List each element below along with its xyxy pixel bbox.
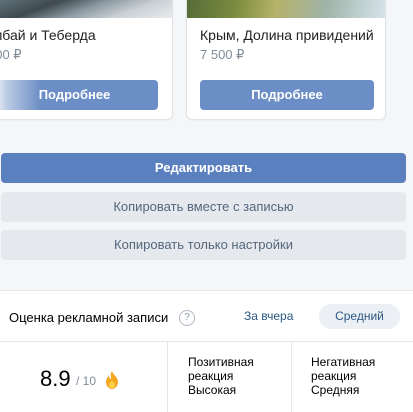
negative-reaction-label: реакция <box>311 369 357 383</box>
positive-reaction-value: Высокая <box>188 383 237 397</box>
copy-with-post-button[interactable]: Копировать вместе с записью <box>1 192 406 222</box>
card-image <box>0 0 172 18</box>
card-price: 000 ₽ <box>0 47 22 62</box>
rating-score: 8.9 <box>40 366 71 391</box>
card-image <box>187 0 385 18</box>
mode-selector[interactable]: Средний <box>319 304 400 329</box>
question-circle-icon[interactable]: ? <box>179 310 195 326</box>
copy-settings-only-button[interactable]: Копировать только настройки <box>1 230 406 260</box>
negative-reaction: Негативная реакция Средняя <box>311 355 409 397</box>
divider <box>291 341 292 412</box>
period-selector[interactable]: За вчера <box>244 309 293 323</box>
carousel-card: омбай и Теберда 000 ₽ Подробнее <box>0 0 173 120</box>
positive-reaction: Позитивная реакция Высокая <box>188 355 286 397</box>
card-title: омбай и Теберда <box>0 27 96 43</box>
card-price: 7 500 ₽ <box>200 47 245 62</box>
ad-rating-panel: Оценка рекламной записи ? За вчера Средн… <box>0 290 413 412</box>
ad-post-preview-area: омбай и Теберда 000 ₽ Подробнее Крым, До… <box>0 0 413 276</box>
positive-reaction-label: Позитивная <box>188 355 254 369</box>
fire-icon <box>106 371 118 389</box>
divider <box>0 341 413 342</box>
divider <box>167 341 168 412</box>
card-title: Крым, Долина привидений <box>200 27 374 43</box>
positive-reaction-label: реакция <box>188 369 234 383</box>
card-more-button[interactable]: Подробнее <box>200 80 374 110</box>
edit-button[interactable]: Редактировать <box>1 153 406 183</box>
negative-reaction-value: Средняя <box>311 383 360 397</box>
carousel-card: Крым, Долина привидений 7 500 ₽ Подробне… <box>186 0 386 120</box>
rating-title: Оценка рекламной записи <box>9 310 169 325</box>
rating-score-max: / 10 <box>76 374 97 388</box>
negative-reaction-label: Негативная <box>311 355 376 369</box>
card-more-button[interactable]: Подробнее <box>0 80 158 110</box>
